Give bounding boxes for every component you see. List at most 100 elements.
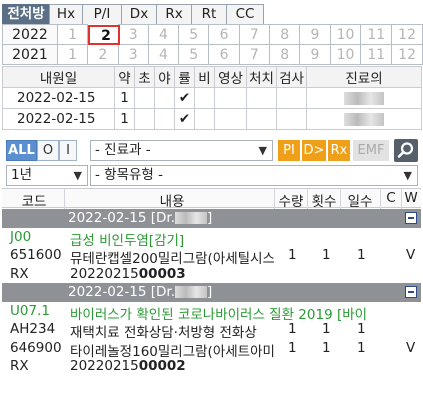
col-treatment: 처치 xyxy=(246,66,277,88)
redacted-doctor-name xyxy=(175,286,208,298)
col-divider xyxy=(64,189,65,209)
collapse-icon[interactable] xyxy=(405,212,417,224)
item-type-select[interactable]: - 항목유형 - ▼ xyxy=(90,165,418,186)
dept-select[interactable]: - 진료과 - ▼ xyxy=(90,140,273,161)
rx-no-code: RX xyxy=(10,265,29,282)
year-label[interactable]: 2021 xyxy=(2,44,58,65)
search-button[interactable] xyxy=(394,139,418,162)
prescription-row[interactable]: 646900 타이레놀정160밀리그람(아세트아미 1 1 1 V xyxy=(2,339,421,360)
tab-rt[interactable]: Rt xyxy=(191,4,227,24)
rx-no-code: RX xyxy=(10,358,29,374)
visit-test xyxy=(276,87,307,109)
visit-row[interactable]: 2022-02-15 1 ✔ xyxy=(2,108,422,130)
rx-days: 1 xyxy=(357,247,366,263)
rx-times: 1 xyxy=(322,321,331,337)
col-visit-date: 내원일 xyxy=(2,66,115,88)
month-cell[interactable]: 9 xyxy=(299,24,331,45)
month-cell[interactable]: 7 xyxy=(238,24,271,45)
month-cell[interactable]: 3 xyxy=(117,24,149,45)
col-doctor: 진료의 xyxy=(306,66,422,88)
month-cell[interactable]: 10 xyxy=(329,44,362,65)
prescription-number-row[interactable]: RX 2022021500002 xyxy=(2,357,421,376)
order-group-header[interactable]: 2022-02-15 [Dr.] xyxy=(2,209,421,228)
month-cell[interactable]: 8 xyxy=(268,44,301,65)
col-content: 내용 xyxy=(159,194,185,210)
rx-button[interactable]: Rx xyxy=(328,140,350,161)
period-select-value: 1년 xyxy=(11,167,33,183)
redacted-doctor-name xyxy=(344,91,384,105)
col-night: 야 xyxy=(154,66,175,88)
col-rate: 률 xyxy=(174,66,195,88)
month-cell[interactable]: 9 xyxy=(299,44,331,65)
visit-test xyxy=(276,108,307,130)
prescription-row[interactable]: 651600 뮤테란캡셀200밀리그람(아세틸시스 1 1 1 V xyxy=(2,246,421,267)
pi-button[interactable]: PI xyxy=(278,140,300,161)
chevron-down-icon: ▼ xyxy=(73,169,82,182)
col-times: 횟수 xyxy=(311,194,337,210)
tab-dx[interactable]: Dx xyxy=(121,4,157,24)
rx-qty: 1 xyxy=(288,247,297,263)
year-row-2022: 2022 1 2 3 4 5 6 7 8 9 10 11 12 xyxy=(2,24,423,45)
prescription-number-row[interactable]: RX 2022021500003 xyxy=(2,265,421,284)
prescription-row[interactable]: AH234 재택치료 전화상담·처방형 전화상 1 1 1 xyxy=(2,320,421,341)
search-icon xyxy=(397,142,414,158)
tab-pi[interactable]: P/I xyxy=(82,4,122,24)
period-select[interactable]: 1년 ▼ xyxy=(6,165,88,186)
month-cell[interactable]: 1 xyxy=(56,24,89,45)
rx-code: 651600 xyxy=(10,247,62,263)
rx-code: 646900 xyxy=(10,339,62,356)
visit-row[interactable]: 2022-02-15 1 ✔ xyxy=(2,87,422,109)
order-group-header[interactable]: 2022-02-15 [Dr.] xyxy=(2,283,421,302)
month-cell[interactable]: 1 xyxy=(56,44,89,65)
collapse-icon[interactable] xyxy=(405,286,417,298)
visit-drug-count: 1 xyxy=(114,87,135,109)
month-cell[interactable]: 6 xyxy=(208,24,240,45)
visit-doctor xyxy=(306,87,422,109)
month-cell[interactable]: 5 xyxy=(178,44,210,65)
month-cell[interactable]: 5 xyxy=(178,24,210,45)
year-label[interactable]: 2022 xyxy=(2,24,58,45)
visit-imaging xyxy=(214,108,247,130)
tab-prev-prescription[interactable]: 전처방 xyxy=(2,4,50,24)
filter-o-button[interactable]: O xyxy=(37,140,59,161)
month-cell[interactable]: 7 xyxy=(238,44,271,65)
orders-list: 2022-02-15 [Dr.] J00 급성 비인두염[감기] 651600 … xyxy=(2,209,421,376)
visit-first xyxy=(134,108,155,130)
month-cell[interactable]: 4 xyxy=(147,44,180,65)
month-cell[interactable]: 11 xyxy=(360,44,393,65)
emf-button[interactable]: EMF xyxy=(353,140,389,161)
filter-all-button[interactable]: ALL xyxy=(6,140,37,161)
filter-i-button[interactable]: I xyxy=(59,140,77,161)
diagnosis-row[interactable]: J00 급성 비인두염[감기] xyxy=(2,228,421,249)
rx-number: 2022021500003 xyxy=(70,265,186,282)
tab-cc[interactable]: CC xyxy=(226,4,264,24)
month-cell[interactable]: 6 xyxy=(208,44,240,65)
col-imaging: 영상 xyxy=(214,66,247,88)
month-cell-selected[interactable]: 2 xyxy=(88,24,120,45)
col-w: W xyxy=(404,190,418,206)
visit-first xyxy=(134,87,155,109)
month-cell[interactable]: 4 xyxy=(147,24,180,45)
tab-rx[interactable]: Rx xyxy=(156,4,192,24)
col-code: 코드 xyxy=(21,194,47,210)
d-next-button[interactable]: D> xyxy=(302,140,326,161)
month-cell[interactable]: 8 xyxy=(268,24,301,45)
redacted-doctor-name xyxy=(344,112,384,126)
check-icon: ✔ xyxy=(174,87,195,109)
month-cell[interactable]: 2 xyxy=(87,44,119,65)
tab-hx[interactable]: Hx xyxy=(49,4,83,24)
month-cell[interactable]: 11 xyxy=(360,24,393,45)
month-cell[interactable]: 3 xyxy=(117,44,149,65)
col-first: 초 xyxy=(134,66,155,88)
diagnosis-row[interactable]: U07.1 바이러스가 확인된 코로나바이러스 질환 2019 [바이 xyxy=(2,302,421,323)
col-drug: 약 xyxy=(114,66,135,88)
visit-night xyxy=(154,108,175,130)
redacted-doctor-name xyxy=(175,212,208,224)
month-cell[interactable]: 12 xyxy=(391,44,423,65)
check-icon: ✔ xyxy=(174,108,195,130)
rx-qty: 1 xyxy=(288,321,297,337)
visit-drug-count: 1 xyxy=(114,108,135,130)
month-cell[interactable]: 10 xyxy=(329,24,362,45)
month-cell[interactable]: 12 xyxy=(391,24,423,45)
visit-treatment xyxy=(246,108,277,130)
